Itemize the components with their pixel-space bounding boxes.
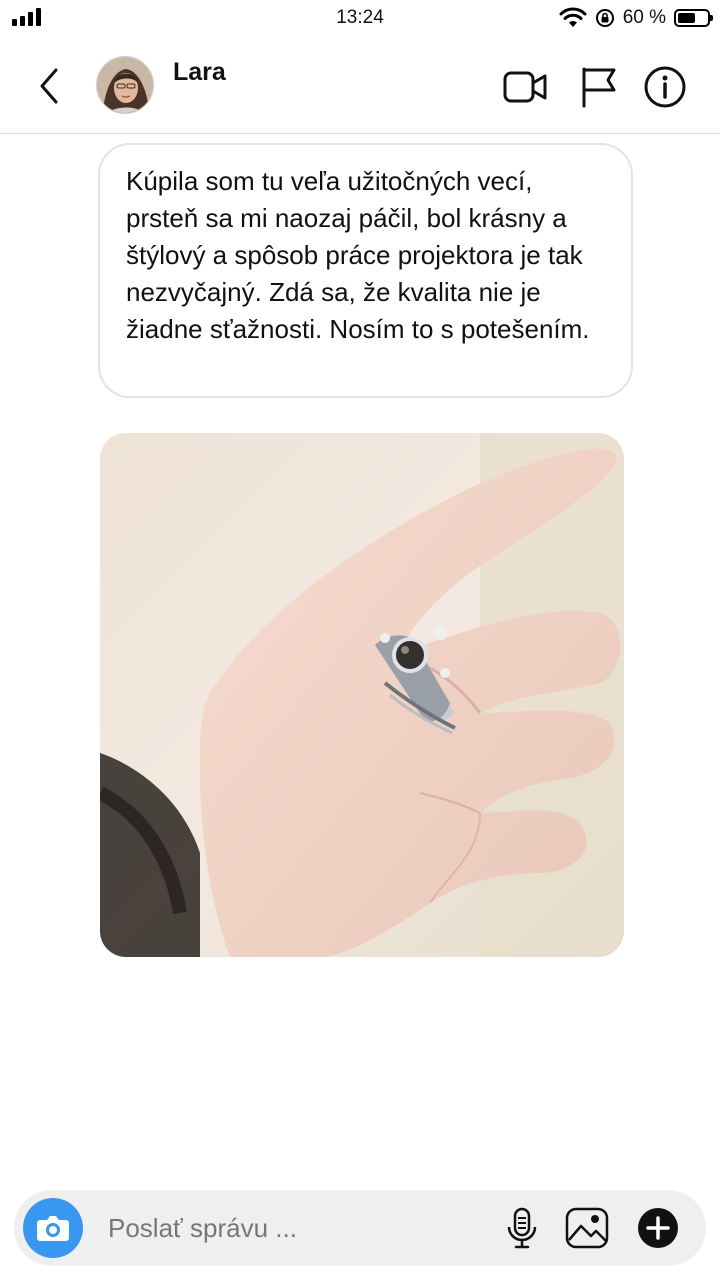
info-button[interactable] xyxy=(642,64,688,110)
plus-circle-icon xyxy=(638,1208,678,1248)
report-flag-button[interactable] xyxy=(576,64,622,110)
flag-icon xyxy=(582,67,616,108)
video-call-button[interactable] xyxy=(502,64,548,110)
gallery-button[interactable] xyxy=(564,1206,610,1250)
camera-icon xyxy=(37,1216,69,1241)
info-icon xyxy=(644,66,686,108)
battery-icon xyxy=(674,9,713,27)
more-options-button[interactable] xyxy=(636,1206,680,1250)
message-composer xyxy=(14,1190,706,1266)
status-right: 60 % xyxy=(559,5,713,31)
image-gallery-icon xyxy=(565,1207,609,1249)
avatar-image xyxy=(97,57,153,113)
contact-name[interactable]: Lara xyxy=(173,58,226,87)
status-bar: 13:24 60 % xyxy=(0,0,720,36)
message-text: Kúpila som tu veľa užitočných vecí, prst… xyxy=(126,166,590,344)
avatar[interactable] xyxy=(96,56,154,114)
camera-button[interactable] xyxy=(23,1198,83,1258)
ring-photo xyxy=(100,433,624,957)
rotation-lock-icon xyxy=(595,9,614,27)
message-bubble[interactable]: Kúpila som tu veľa užitočných vecí, prst… xyxy=(98,143,633,398)
battery-fill xyxy=(678,13,695,23)
battery-percent: 60 % xyxy=(622,7,666,28)
back-button[interactable] xyxy=(30,64,70,108)
message-input[interactable] xyxy=(108,1206,488,1250)
wifi-icon xyxy=(559,7,587,27)
microphone-button[interactable] xyxy=(502,1206,542,1250)
message-image[interactable] xyxy=(100,433,624,957)
microphone-icon xyxy=(507,1207,537,1249)
video-camera-icon xyxy=(503,71,547,103)
chat-header: Lara xyxy=(0,36,720,134)
